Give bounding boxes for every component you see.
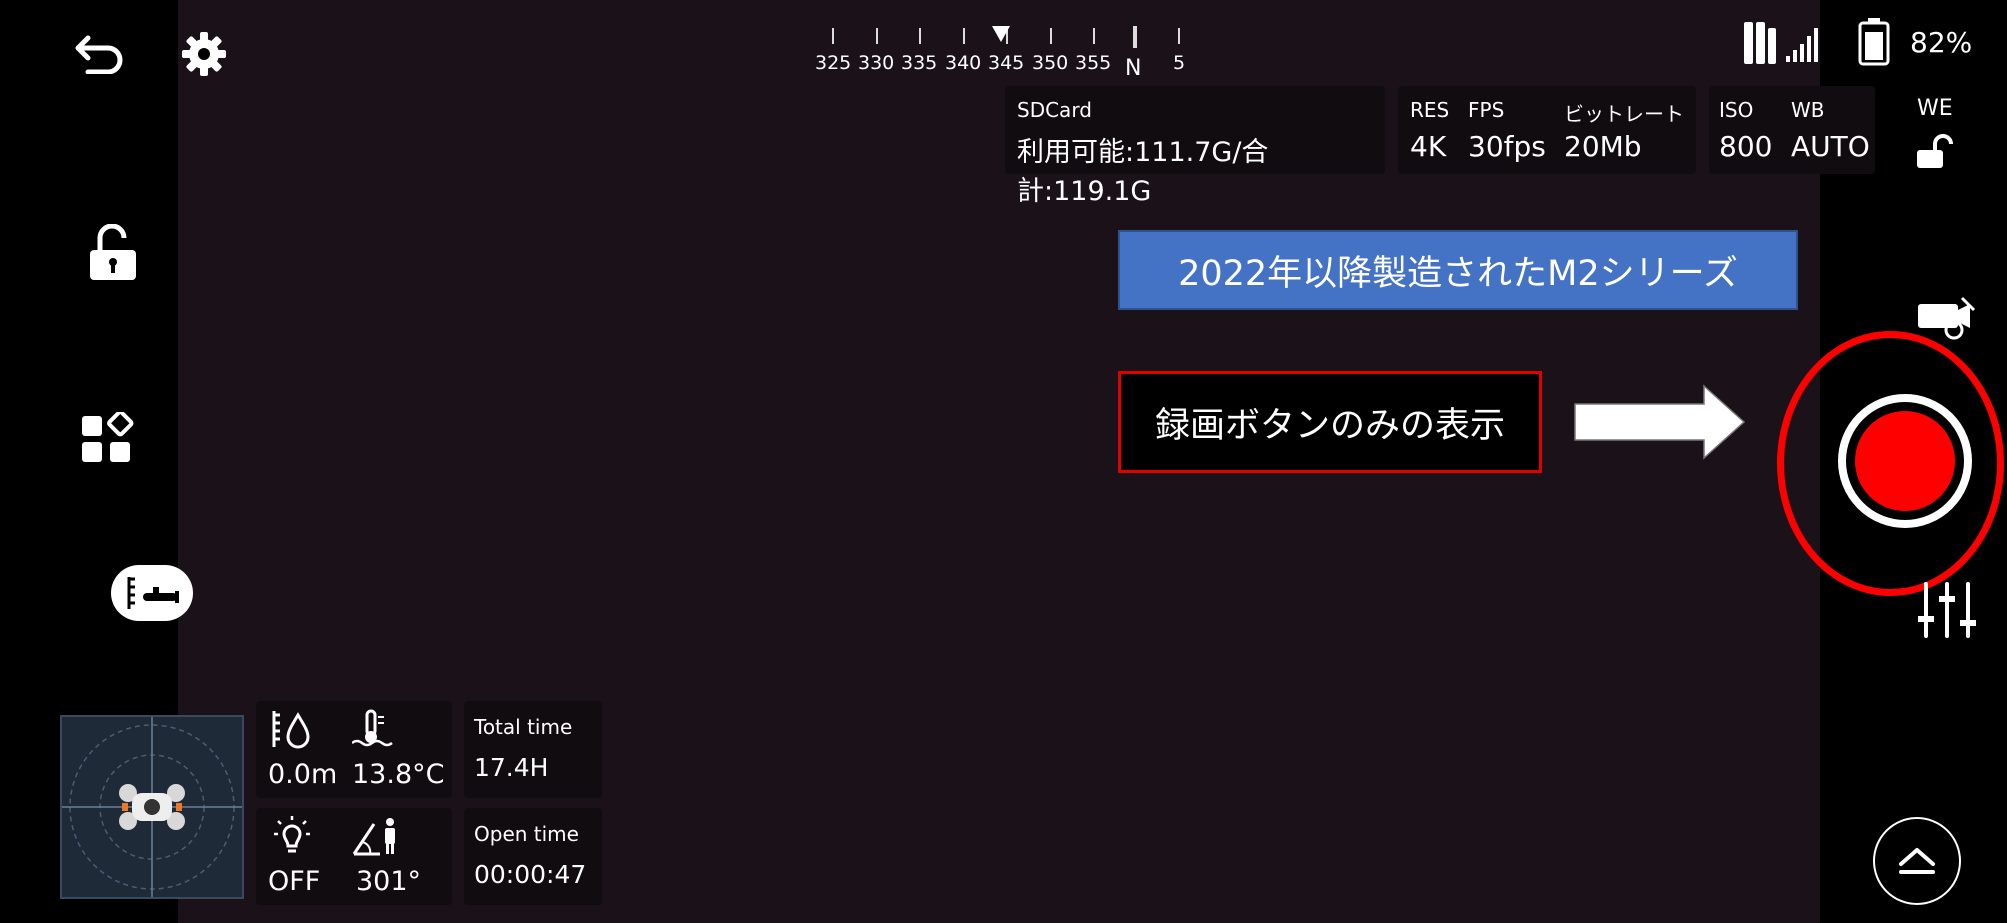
- heading-marker-icon: [992, 26, 1010, 46]
- depth-mode-icon[interactable]: [111, 565, 193, 621]
- temperature-value: 13.8°C: [352, 759, 445, 790]
- compass-number: 5: [1173, 52, 1186, 74]
- res-label: RES: [1410, 98, 1450, 122]
- bitrate-value: 20Mb: [1564, 130, 1642, 163]
- record-dot-icon: [1855, 411, 1955, 511]
- compass-number: 340: [945, 52, 982, 74]
- wb-label: WB: [1791, 98, 1825, 122]
- battery-icon: [1858, 18, 1890, 66]
- signal-strength-icon: [1786, 26, 1820, 62]
- expand-up-button[interactable]: [1873, 817, 1961, 905]
- iso-label: ISO: [1719, 98, 1754, 122]
- chevron-up-icon: [1899, 848, 1935, 874]
- sdcard-capacity: 利用可能:111.7G/合計:119.1G: [1017, 137, 1269, 207]
- open-time-value: 00:00:47: [474, 860, 587, 889]
- fps-label: FPS: [1468, 98, 1505, 122]
- compass-number: 350: [1032, 52, 1069, 74]
- sliders-icon[interactable]: [1918, 582, 1976, 638]
- sdcard-label: SDCard: [1017, 98, 1092, 122]
- iso-value: 800: [1719, 130, 1773, 163]
- record-button[interactable]: [1838, 394, 1972, 528]
- sdcard-panel: SDCard 利用可能:111.7G/合計:119.1G: [1005, 86, 1385, 207]
- wb-value: AUTO: [1791, 130, 1870, 163]
- camera-switch-icon[interactable]: [1918, 296, 1976, 340]
- open-time-panel: Open time 00:00:47: [464, 808, 602, 905]
- tilt-angle-icon: [352, 816, 400, 856]
- light-status-value: OFF: [268, 866, 321, 897]
- total-time-label: Total time: [474, 715, 573, 739]
- depth-value: 0.0m: [268, 759, 338, 790]
- angle-value: 301°: [356, 866, 422, 897]
- drone-icon: [116, 781, 188, 833]
- annotation-red-box: 録画ボタンのみの表示: [1118, 371, 1542, 473]
- fps-value: 30fps: [1468, 130, 1546, 163]
- total-time-panel: Total time 17.4H: [464, 701, 602, 798]
- video-settings-panel: RES 4K FPS 30fps ビットレート 20Mb: [1398, 86, 1696, 174]
- water-depth-icon: [270, 709, 312, 749]
- minimap[interactable]: [60, 715, 244, 899]
- total-time-value: 17.4H: [474, 753, 549, 782]
- depth-temp-panel: 0.0m 13.8°C: [256, 701, 452, 798]
- unlock-icon[interactable]: [88, 224, 138, 282]
- compass-number: 330: [858, 52, 895, 74]
- compass-heading: 325 330 335 340 345 350 355 N 5: [0, 0, 2007, 81]
- we-label: WE: [1917, 96, 1953, 121]
- arrow-right-icon: [1574, 384, 1746, 460]
- compass-number: 325: [815, 52, 852, 74]
- light-bulb-icon: [270, 816, 314, 856]
- compass-north: N: [1125, 56, 1142, 81]
- we-unlock-icon[interactable]: [1917, 134, 1953, 168]
- battery-percent: 82%: [1910, 26, 1973, 59]
- compass-number: 355: [1075, 52, 1112, 74]
- open-time-label: Open time: [474, 822, 579, 846]
- remote-signal-icon: [1742, 22, 1778, 64]
- light-angle-panel: OFF 301°: [256, 808, 452, 905]
- camera-exposure-panel: ISO 800 WB AUTO: [1709, 86, 1875, 174]
- apps-icon[interactable]: [80, 412, 134, 464]
- annotation-blue-box: 2022年以降製造されたM2シリーズ: [1118, 230, 1798, 310]
- compass-number: 335: [901, 52, 938, 74]
- compass-number: 345: [988, 52, 1025, 74]
- res-value: 4K: [1410, 130, 1447, 163]
- bitrate-label: ビットレート: [1564, 102, 1684, 126]
- water-temperature-icon: [352, 709, 396, 749]
